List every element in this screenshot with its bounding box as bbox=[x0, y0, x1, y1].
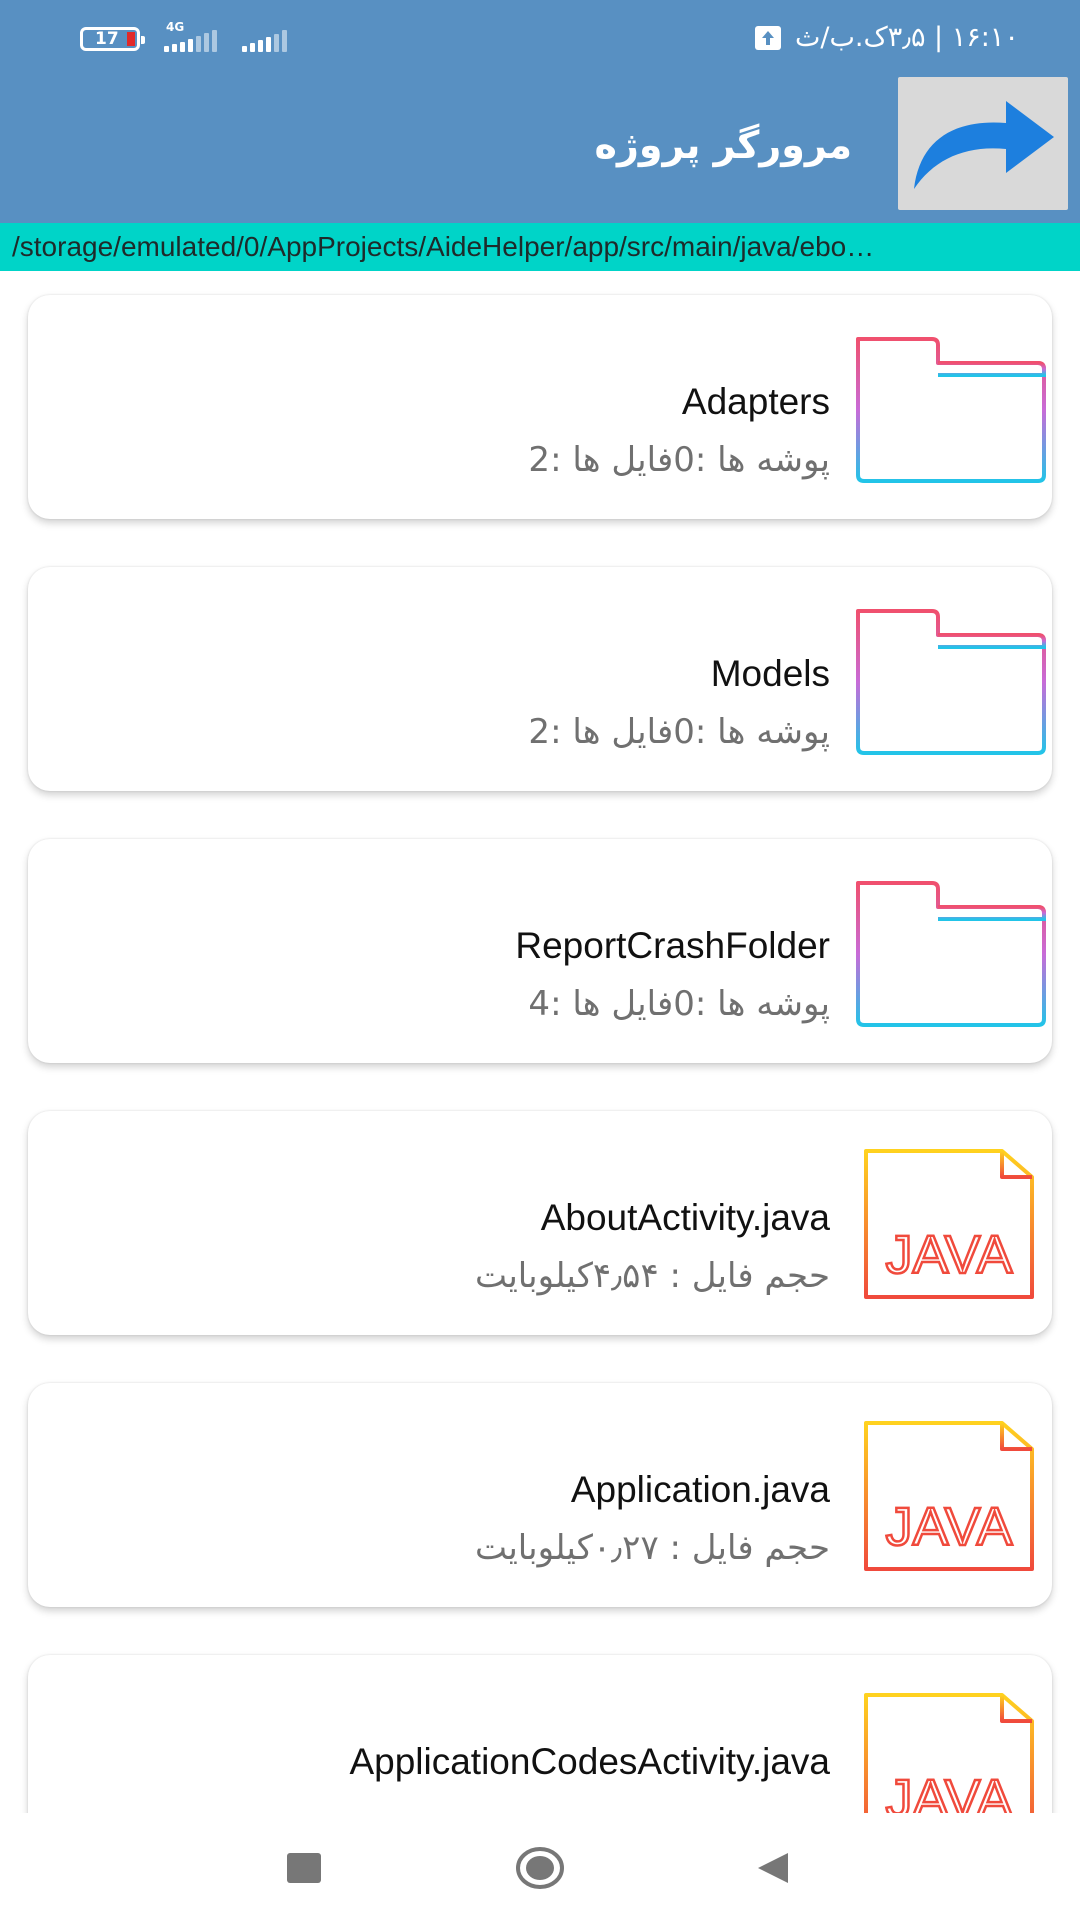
item-meta: حجم فایل : ۰٫۲۷کیلوبایت bbox=[474, 1528, 830, 1568]
item-name: Adapters bbox=[681, 381, 830, 422]
svg-text:JAVA: JAVA bbox=[885, 1497, 1012, 1557]
list-item[interactable]: Adapters پوشه ها :0فایل ها :2 bbox=[28, 295, 1052, 519]
svg-text:JAVA: JAVA bbox=[885, 1225, 1012, 1285]
file-list[interactable]: Adapters پوشه ها :0فایل ها :2 Models پوش… bbox=[0, 271, 1080, 1813]
item-name: Models bbox=[710, 653, 830, 694]
item-name: ReportCrashFolder bbox=[515, 925, 830, 966]
item-meta: پوشه ها :0فایل ها :2 bbox=[528, 712, 830, 752]
share-arrow-icon bbox=[914, 101, 1054, 189]
list-item[interactable]: JAVA AboutActivity.java حجم فایل : ۴٫۵۴ک… bbox=[28, 1111, 1052, 1335]
list-item[interactable]: JAVA ApplicationCodesActivity.java bbox=[28, 1655, 1052, 1813]
list-item[interactable]: JAVA Application.java حجم فایل : ۰٫۲۷کیل… bbox=[28, 1383, 1052, 1607]
navigation-bar bbox=[0, 1813, 1080, 1920]
item-meta: پوشه ها :0فایل ها :4 bbox=[528, 984, 830, 1024]
page-title: مرورگر پروژه bbox=[594, 123, 852, 167]
back-icon[interactable] bbox=[756, 1851, 790, 1885]
battery-fill bbox=[127, 32, 135, 46]
item-meta: حجم فایل : ۴٫۵۴کیلوبایت bbox=[474, 1256, 830, 1296]
battery-icon: 17 bbox=[80, 27, 145, 51]
list-item[interactable]: Models پوشه ها :0فایل ها :2 bbox=[28, 567, 1052, 791]
item-meta: پوشه ها :0فایل ها :2 bbox=[528, 440, 830, 480]
share-button[interactable] bbox=[898, 77, 1068, 210]
upload-icon bbox=[755, 26, 781, 50]
battery-level: 17 bbox=[95, 29, 119, 49]
path-bar: /storage/emulated/0/AppProjects/AideHelp… bbox=[0, 223, 1080, 271]
folder-icon bbox=[856, 881, 1046, 1027]
recents-icon[interactable] bbox=[287, 1853, 321, 1883]
item-name: Application.java bbox=[570, 1469, 830, 1510]
list-item[interactable]: ReportCrashFolder پوشه ها :0فایل ها :4 bbox=[28, 839, 1052, 1063]
signal-icon bbox=[242, 30, 287, 52]
signal-icon bbox=[164, 30, 217, 52]
item-name: AboutActivity.java bbox=[540, 1197, 830, 1238]
item-name: ApplicationCodesActivity.java bbox=[349, 1741, 830, 1782]
folder-icon bbox=[856, 609, 1046, 755]
java-file-icon: JAVA bbox=[864, 1693, 1034, 1813]
status-bar: 17 4G ۱۶:۱۰ | ۳٫۵ک.ب/ث bbox=[0, 0, 1080, 75]
toolbar: مرورگر پروژه bbox=[0, 75, 1080, 223]
java-file-icon: JAVA bbox=[864, 1421, 1034, 1571]
svg-text:JAVA: JAVA bbox=[885, 1769, 1012, 1813]
home-icon[interactable] bbox=[515, 1846, 565, 1890]
java-file-icon: JAVA bbox=[864, 1149, 1034, 1299]
folder-icon bbox=[856, 337, 1046, 483]
status-time: ۱۶:۱۰ | ۳٫۵ک.ب/ث bbox=[795, 22, 1019, 53]
